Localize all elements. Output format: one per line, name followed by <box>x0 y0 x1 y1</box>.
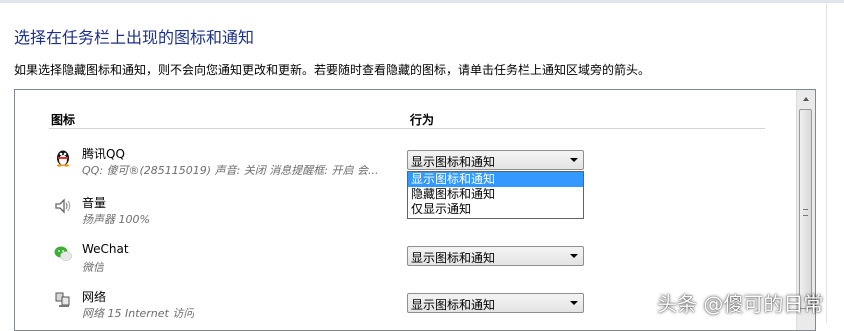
qq-penguin-icon <box>53 147 75 167</box>
behavior-select-network[interactable]: 显示图标和通知 <box>407 293 584 313</box>
intro-text: 如果选择隐藏图标和通知，则不会向您通知更改和更新。若要随时查看隐藏的图标，请单击… <box>14 63 651 77</box>
chevron-down-icon <box>570 301 578 305</box>
list-item-wechat: WeChat 微信 <box>15 242 795 288</box>
behavior-select-wechat[interactable]: 显示图标和通知 <box>407 246 584 266</box>
speaker-icon <box>53 196 75 216</box>
item-description: QQ: 傻可®(285115019) 声音: 关闭 消息提醒框: 开启 会... <box>82 164 379 177</box>
wechat-icon <box>53 244 75 264</box>
dropdown-option-show-all[interactable]: 显示图标和通知 <box>408 172 583 187</box>
item-description: 微信 <box>82 261 104 274</box>
top-border <box>0 0 844 3</box>
list-item-volume: 音量 扬声器 100% <box>15 194 795 240</box>
select-value: 显示图标和通知 <box>411 251 496 265</box>
chevron-down-icon <box>570 254 578 258</box>
behavior-dropdown-list[interactable]: 显示图标和通知 隐藏图标和通知 仅显示通知 <box>407 171 584 219</box>
select-value: 显示图标和通知 <box>411 298 496 312</box>
scrollbar-thumb[interactable] <box>799 109 812 309</box>
item-description: 扬声器 100% <box>82 213 150 226</box>
behavior-select-qq[interactable]: 显示图标和通知 <box>407 150 584 170</box>
item-name: WeChat <box>82 242 129 256</box>
select-value: 显示图标和通知 <box>411 155 496 169</box>
list-item-qq: 腾讯QQ QQ: 傻可®(285115019) 声音: 关闭 消息提醒框: 开启… <box>15 145 795 191</box>
item-name: 腾讯QQ <box>82 147 125 161</box>
window-edge <box>826 0 827 323</box>
dropdown-option-hide-all[interactable]: 隐藏图标和通知 <box>408 187 583 202</box>
page-title: 选择在任务栏上出现的图标和通知 <box>14 28 255 47</box>
chevron-down-icon <box>570 158 578 162</box>
column-header-behavior: 行为 <box>410 113 435 127</box>
grip-icon <box>803 209 808 216</box>
item-name: 网络 <box>82 290 107 304</box>
watermark: 头条 @傻可的日常 <box>657 292 824 316</box>
header-divider <box>49 128 765 129</box>
dropdown-option-notify-only[interactable]: 仅显示通知 <box>408 202 583 217</box>
network-icon <box>53 290 75 310</box>
item-description: 网络 15 Internet 访问 <box>82 307 195 320</box>
scroll-up-arrow-icon[interactable] <box>803 97 809 101</box>
column-header-icon: 图标 <box>51 113 76 127</box>
item-name: 音量 <box>82 196 107 210</box>
